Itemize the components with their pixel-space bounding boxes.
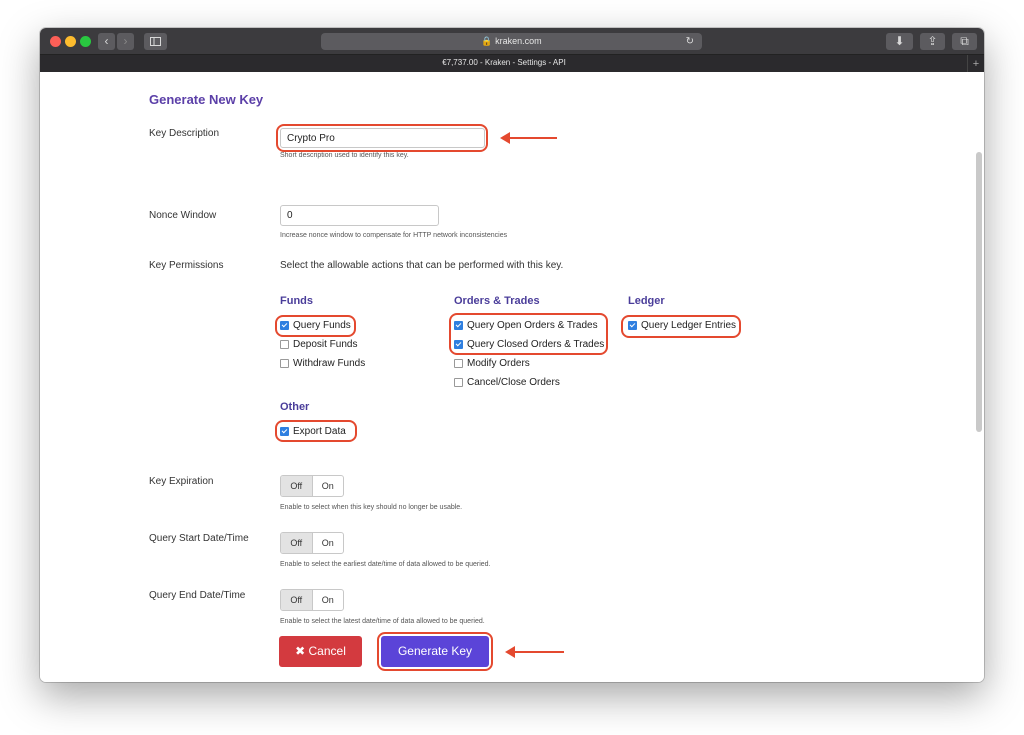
- highlight-generate-key: [377, 632, 493, 671]
- highlight-export-data: [275, 420, 357, 442]
- key-description-label: Key Description: [149, 128, 220, 139]
- highlight-key-description: [276, 124, 488, 152]
- modify-orders-checkbox[interactable]: Modify Orders: [454, 358, 530, 369]
- new-tab-icon[interactable]: +: [967, 55, 984, 73]
- key-permissions-label: Key Permissions: [149, 260, 224, 271]
- key-expiration-hint: Enable to select when this key should no…: [280, 504, 463, 511]
- checkbox-label: Withdraw Funds: [293, 358, 366, 369]
- checkbox-box[interactable]: [454, 378, 463, 387]
- query-end-toggle[interactable]: Off On: [280, 589, 344, 611]
- key-expiration-off-option[interactable]: Off: [281, 476, 313, 496]
- cancel-close-orders-checkbox[interactable]: Cancel/Close Orders: [454, 377, 560, 388]
- key-expiration-toggle[interactable]: Off On: [280, 475, 344, 497]
- back-icon[interactable]: ‹: [98, 33, 115, 50]
- query-start-on-option[interactable]: On: [313, 533, 344, 553]
- deposit-funds-checkbox[interactable]: Deposit Funds: [280, 339, 357, 350]
- ledger-section-title: Ledger: [628, 295, 665, 307]
- checkbox-label: Modify Orders: [467, 358, 530, 369]
- browser-window: ‹ › 🔒 kraken.com ↻ ⬇ ⇪ ⧉ €7,737.00 - Kra…: [40, 28, 984, 682]
- minimize-window-button[interactable]: [65, 36, 76, 47]
- query-start-label: Query Start Date/Time: [149, 533, 249, 544]
- other-section-title: Other: [280, 401, 310, 413]
- share-icon[interactable]: ⇪: [920, 33, 945, 50]
- checkbox-box[interactable]: [280, 359, 289, 368]
- key-description-hint: Short description used to identify this …: [280, 152, 409, 159]
- cancel-button[interactable]: ✖ Cancel: [279, 636, 362, 667]
- tab-title[interactable]: €7,737.00 - Kraken - Settings - API: [40, 58, 968, 67]
- reload-icon[interactable]: ↻: [686, 33, 694, 50]
- key-expiration-label: Key Expiration: [149, 476, 214, 487]
- highlight-query-funds: [275, 315, 356, 337]
- funds-section-title: Funds: [280, 295, 313, 307]
- lock-icon: 🔒: [481, 36, 493, 46]
- close-window-button[interactable]: [50, 36, 61, 47]
- browser-titlebar: ‹ › 🔒 kraken.com ↻ ⬇ ⇪ ⧉: [40, 28, 984, 54]
- query-end-hint: Enable to select the latest date/time of…: [280, 618, 485, 625]
- downloads-icon[interactable]: ⬇: [886, 33, 913, 50]
- page-title: Generate New Key: [149, 92, 264, 107]
- nonce-window-label: Nonce Window: [149, 210, 217, 221]
- withdraw-funds-checkbox[interactable]: Withdraw Funds: [280, 358, 365, 369]
- key-permissions-description: Select the allowable actions that can be…: [280, 260, 564, 271]
- checkbox-label: Cancel/Close Orders: [467, 377, 560, 388]
- nonce-window-input[interactable]: 0: [280, 205, 439, 226]
- checkbox-box[interactable]: [280, 340, 289, 349]
- arrow-annotation-description: [500, 132, 557, 144]
- highlight-query-ledger: [621, 315, 741, 338]
- orders-section-title: Orders & Trades: [454, 295, 540, 307]
- query-start-off-option[interactable]: Off: [281, 533, 313, 553]
- highlight-query-orders: [449, 313, 608, 355]
- query-start-hint: Enable to select the earliest date/time …: [280, 561, 491, 568]
- scrollbar[interactable]: [976, 152, 982, 432]
- checkbox-box[interactable]: [454, 359, 463, 368]
- arrow-annotation-generate: [505, 646, 564, 658]
- tabs-icon[interactable]: ⧉: [952, 33, 977, 50]
- query-end-label: Query End Date/Time: [149, 590, 246, 601]
- page-content: Generate New Key Key Description Crypto …: [40, 72, 984, 682]
- sidebar-icon[interactable]: [144, 33, 167, 50]
- tab-bar: €7,737.00 - Kraken - Settings - API +: [40, 54, 984, 73]
- query-end-off-option[interactable]: Off: [281, 590, 313, 610]
- query-start-toggle[interactable]: Off On: [280, 532, 344, 554]
- address-bar[interactable]: 🔒 kraken.com ↻: [321, 33, 702, 50]
- query-end-on-option[interactable]: On: [313, 590, 344, 610]
- key-expiration-on-option[interactable]: On: [313, 476, 344, 496]
- nonce-window-hint: Increase nonce window to compensate for …: [280, 232, 508, 239]
- address-url: kraken.com: [495, 36, 542, 46]
- maximize-window-button[interactable]: [80, 36, 91, 47]
- checkbox-label: Deposit Funds: [293, 339, 358, 350]
- forward-icon[interactable]: ›: [117, 33, 134, 50]
